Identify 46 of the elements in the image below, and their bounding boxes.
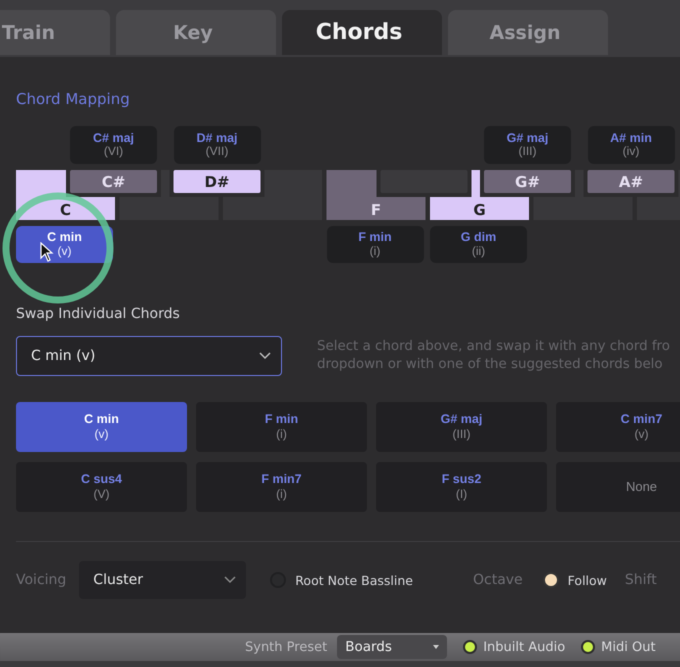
preset-label: Synth Preset [245, 640, 328, 654]
output-label: Midi Out [601, 640, 656, 654]
hint-text: dropdown or with one of the suggested chords belo [317, 356, 663, 374]
option-label: Root Note Bassline [295, 572, 413, 588]
sharp-key[interactable]: A# [588, 170, 674, 193]
chord-option[interactable]: C min7 (v) [556, 402, 680, 452]
status-led[interactable] [463, 640, 478, 654]
option-label: Follow [568, 572, 607, 588]
chevron-down-icon [224, 576, 236, 584]
chord-dropdown[interactable]: C min (v) [16, 336, 282, 376]
caret-icon [433, 645, 440, 649]
chord-option[interactable]: F min (i) [196, 402, 367, 452]
chord-button[interactable]: G dim (ii) [430, 226, 527, 263]
hint-text: Select a chord above, and swap it with any chord fro [317, 338, 670, 356]
chord-option[interactable]: C sus4 (V) [16, 462, 187, 512]
output-label: Inbuilt Audio [483, 640, 566, 654]
option-label: Shift [624, 572, 657, 588]
voicing-label: Voicing [16, 572, 66, 588]
chord-button[interactable]: A# min (iv) [588, 126, 674, 164]
voicing-dropdown[interactable]: Cluster [79, 561, 246, 599]
chord-option[interactable]: C min (v) [16, 402, 187, 452]
chevron-down-icon [259, 352, 271, 360]
tab[interactable]: Key [116, 10, 276, 55]
sharp-key[interactable]: G# [484, 170, 571, 193]
chord-option[interactable]: F sus2 (I) [376, 462, 547, 512]
chord-button[interactable]: D# maj (VII) [174, 126, 260, 164]
cursor-icon [40, 242, 54, 262]
sharp-key[interactable]: C# [70, 170, 157, 193]
chord-option[interactable]: None [556, 462, 680, 512]
chord-button[interactable]: F min (i) [326, 226, 424, 263]
radio-button[interactable] [542, 572, 559, 588]
status-led[interactable] [581, 640, 596, 654]
chord-button[interactable]: C# maj (VI) [70, 126, 157, 164]
sharp-key[interactable]: D# [174, 170, 260, 193]
natural-key[interactable]: F [326, 170, 426, 220]
section-title: Chord Mapping [16, 90, 130, 108]
chord-button[interactable]: G# maj (III) [484, 126, 571, 164]
chord-button[interactable]: C min (v) [16, 226, 113, 263]
tab[interactable]: Assign [448, 10, 608, 55]
preset-dropdown[interactable]: Boards [337, 635, 448, 659]
chord-option[interactable]: F min7 (i) [196, 462, 367, 512]
section-label: Swap Individual Chords [16, 306, 180, 322]
tab[interactable]: Chords [282, 10, 442, 55]
tab[interactable]: Train [0, 10, 110, 55]
chord-option[interactable]: G# maj (III) [376, 402, 547, 452]
octave-label: Octave [472, 572, 523, 588]
